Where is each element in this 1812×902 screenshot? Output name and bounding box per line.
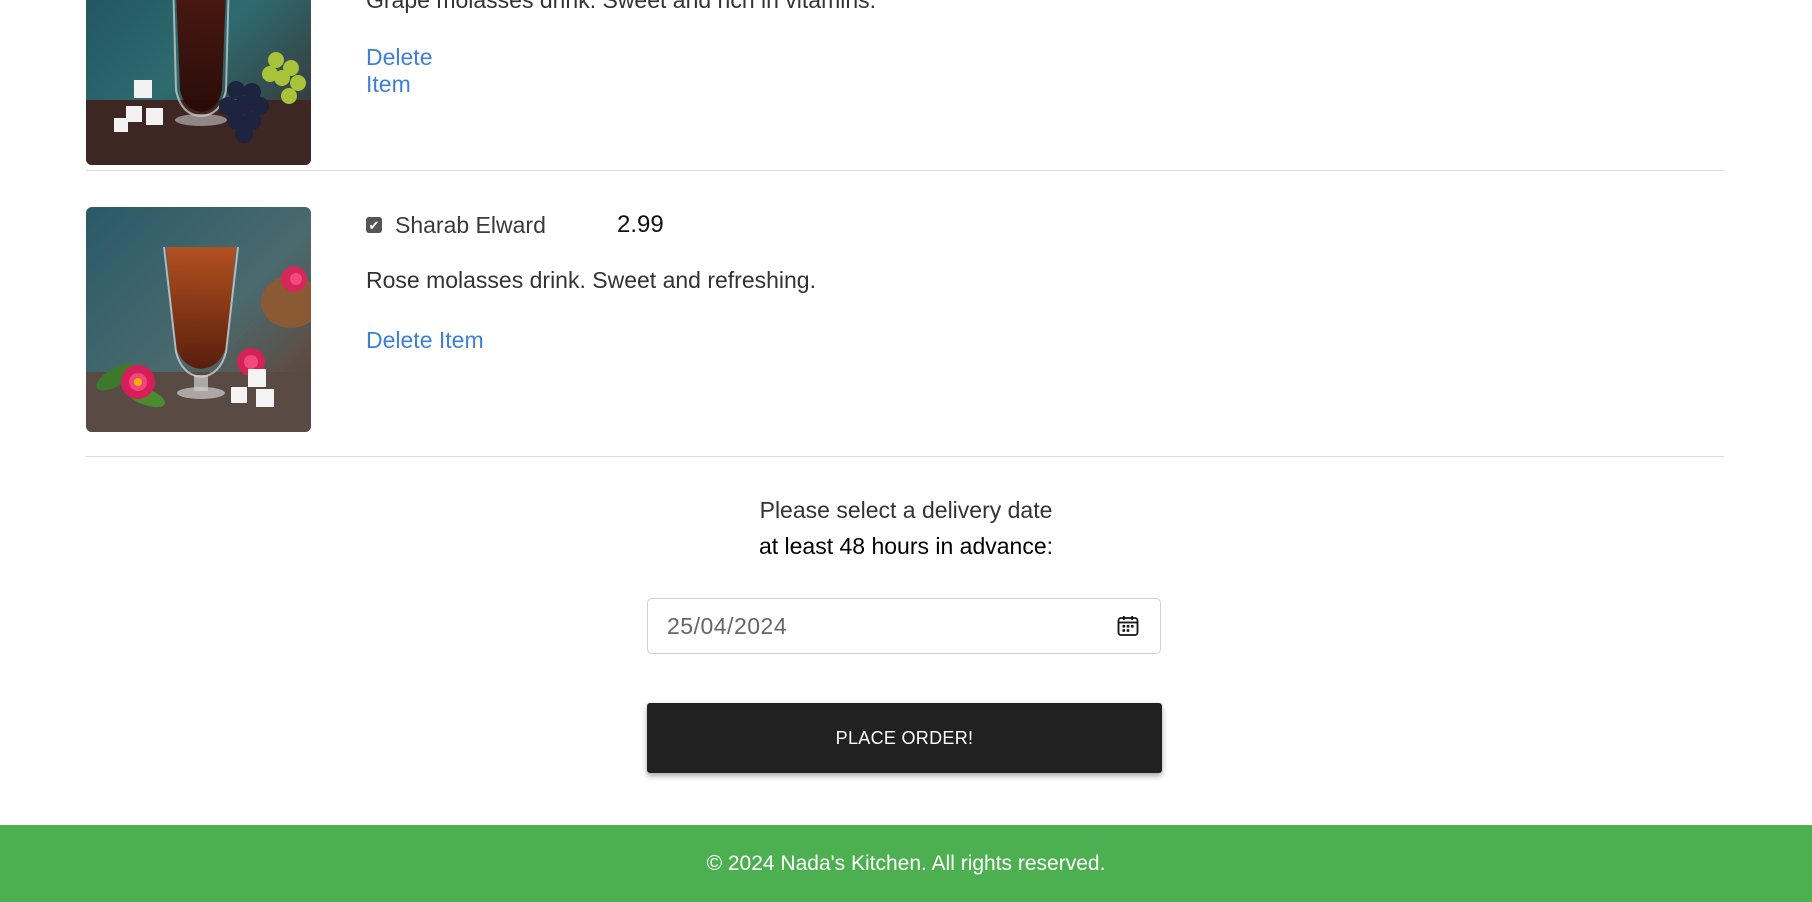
- delivery-prompt-line2: at least 48 hours in advance:: [0, 528, 1812, 564]
- place-order-button[interactable]: PLACE ORDER!: [647, 703, 1162, 773]
- calendar-icon[interactable]: [1116, 614, 1140, 638]
- item-image-grape-drink: [86, 0, 311, 165]
- delivery-date-value[interactable]: 25/04/2024: [667, 613, 787, 640]
- footer: © 2024 Nada's Kitchen. All rights reserv…: [0, 825, 1812, 902]
- cart-page: Grape molasses drink. Sweet and rich in …: [0, 0, 1812, 902]
- delivery-prompt: Please select a delivery date at least 4…: [0, 492, 1812, 564]
- cart-item: Grape molasses drink. Sweet and rich in …: [86, 0, 1724, 171]
- item-info: ✔ Sharab Elward 2.99 Rose molasses drink…: [366, 207, 816, 354]
- item-description: Grape molasses drink. Sweet and rich in …: [366, 0, 877, 13]
- item-name-row: ✔ Sharab Elward 2.99: [366, 207, 816, 243]
- item-price: 2.99: [617, 211, 664, 238]
- delivery-prompt-line1: Please select a delivery date: [759, 497, 1053, 523]
- cart-item: ✔ Sharab Elward 2.99 Rose molasses drink…: [86, 170, 1724, 457]
- item-name: Sharab Elward: [395, 211, 546, 238]
- item-image-rose-drink: [86, 207, 311, 432]
- item-description: Rose molasses drink. Sweet and refreshin…: [366, 267, 816, 293]
- footer-copyright: © 2024 Nada's Kitchen. All rights reserv…: [706, 851, 1106, 875]
- delete-item-link[interactable]: Delete Item: [366, 44, 432, 98]
- delivery-advance-notice: at least 48 hours in advance: [758, 533, 1047, 559]
- delivery-date-input[interactable]: 25/04/2024: [647, 598, 1161, 654]
- delete-item-link[interactable]: Delete Item: [366, 327, 484, 354]
- item-select-checkbox[interactable]: ✔: [366, 217, 382, 233]
- delivery-prompt-colon: :: [1046, 533, 1054, 559]
